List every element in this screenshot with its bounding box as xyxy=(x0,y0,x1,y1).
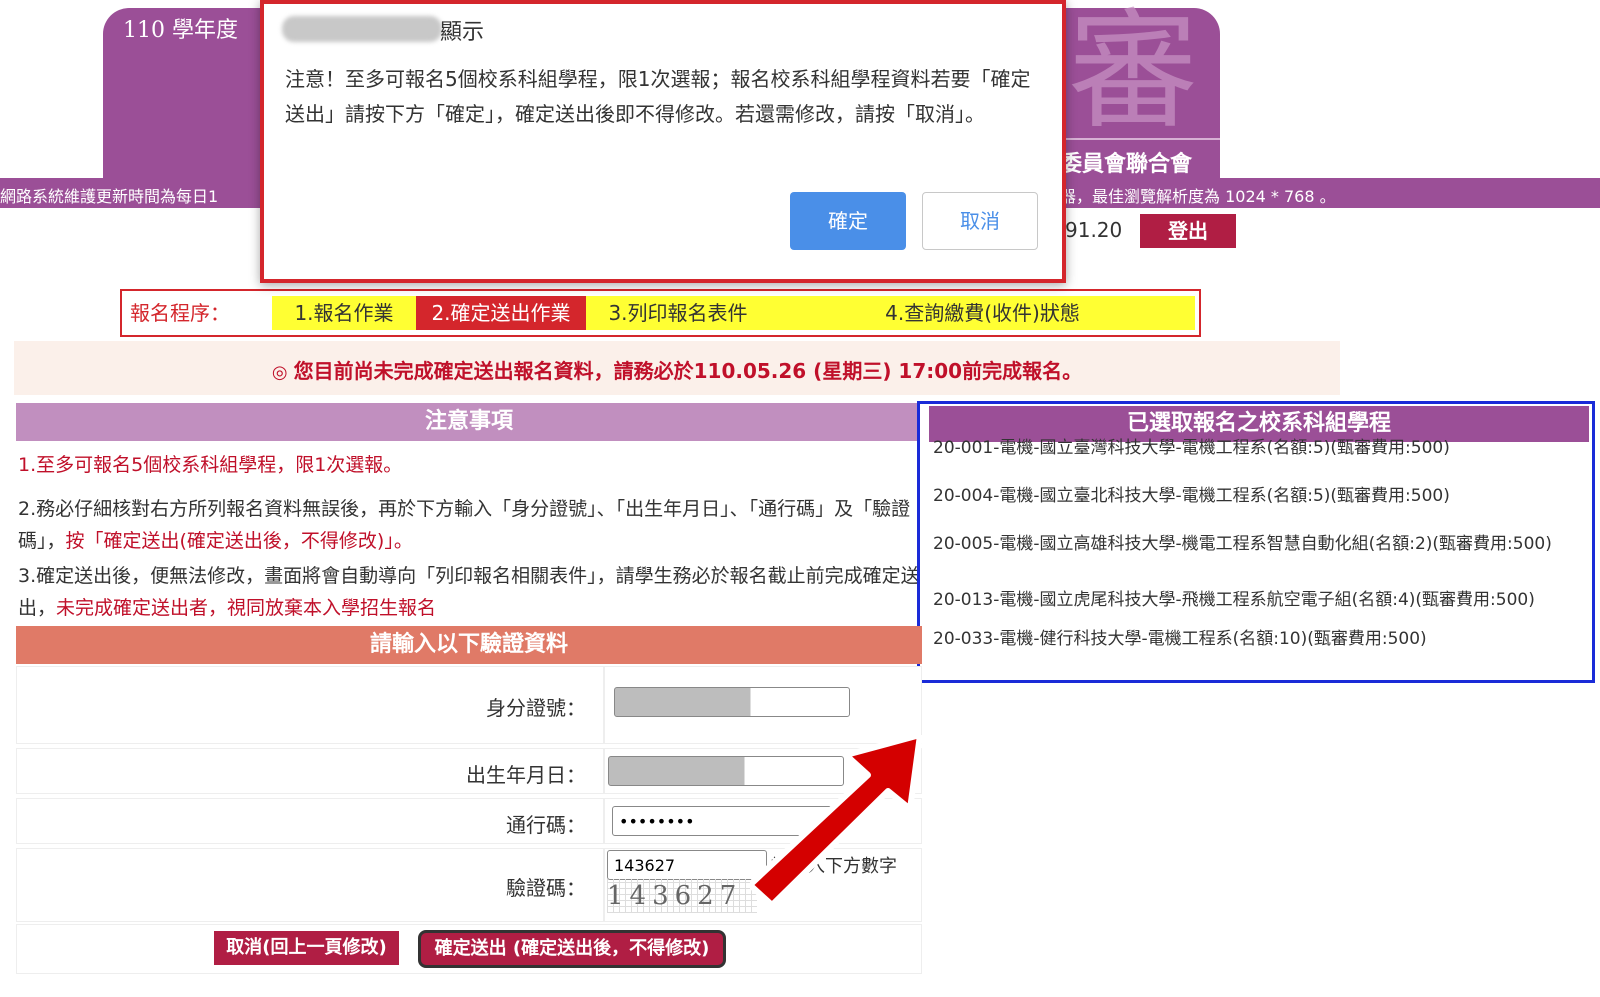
id-number-field[interactable] xyxy=(614,687,850,717)
dialog-title: 顯示 xyxy=(440,20,485,45)
selected-program-item: 20-001-電機-國立臺灣科技大學-電機工程系(名額:5)(甄審費用:500) xyxy=(933,438,1450,458)
confirm-submit-button[interactable]: 確定送出 (確定送出後，不得修改) xyxy=(418,930,726,968)
header-org-name: 委員會聯合會 xyxy=(1060,152,1193,177)
step-print-forms[interactable]: 3.列印報名表件 xyxy=(586,296,770,330)
header-divider xyxy=(1060,138,1220,140)
dialog-origin-blurred xyxy=(282,16,442,42)
dialog-message: 注意！至多可報名5個校系科組學程，限1次選報；報名校系科組學程資料若要「確定送出… xyxy=(285,67,1031,126)
arrow-up-right-icon xyxy=(750,735,923,908)
maintenance-notice-text: 網路系統維護更新時間為每日1 xyxy=(0,187,219,206)
id-number-label: 身分證號： xyxy=(486,696,586,720)
captcha-label: 驗證碼： xyxy=(506,876,586,900)
captcha-image: 143627 xyxy=(607,879,757,913)
selected-program-item: 20-013-電機-國立虎尾科技大學-飛機工程系航空電子組(名額:4)(甄審費用… xyxy=(933,590,1535,610)
notes-header: 注意事項 xyxy=(16,403,922,441)
note-3: 3.確定送出後，便無法修改，畫面將會自動導向「列印報名相關表件」，請學生務必於報… xyxy=(18,560,923,624)
selected-program-item: 20-005-電機-國立高雄科技大學-機電工程系智慧自動化組(名額:2)(甄審費… xyxy=(933,534,1552,554)
dialog-cancel-button[interactable]: 取消 xyxy=(922,192,1038,250)
header-year-title: 110 學年度 xyxy=(123,18,238,43)
step-payment-status[interactable]: 4.查詢繳費(收件)狀態 xyxy=(770,296,1195,330)
note-1: 1.至多可報名5個校系科組學程，限1次選報。 xyxy=(18,454,403,476)
deadline-warning: ◎ 您目前尚未完成確定送出報名資料，請務必於110.05.26 (星期三) 17:… xyxy=(14,355,1340,384)
step-registration[interactable]: 1.報名作業 xyxy=(272,296,416,330)
birth-date-label: 出生年月日： xyxy=(466,763,586,787)
passcode-label: 通行碼： xyxy=(506,813,586,837)
note-2: 2.務必仔細核對右方所列報名資料無誤後，再於下方輸入「身分證號」、「出生年月日」… xyxy=(18,493,923,557)
captcha-field[interactable] xyxy=(607,850,767,880)
deadline-warning-text: 您目前尚未完成確定送出報名資料，請務必於110.05.26 (星期三) 17:0… xyxy=(293,359,1083,383)
step-confirm-submit[interactable]: 2.確定送出作業 xyxy=(416,296,586,330)
header-watermark: 審 xyxy=(1068,0,1199,147)
logout-button[interactable]: 登出 xyxy=(1140,214,1236,248)
note-2-emphasis: 按「確定送出(確定送出後，不得修改)」。 xyxy=(65,530,413,552)
selected-program-item: 20-033-電機-健行科技大學-電機工程系(名額:10)(甄審費用:500) xyxy=(933,629,1427,649)
user-ip-text: 91.20 xyxy=(1065,218,1123,242)
dialog-ok-button[interactable]: 確定 xyxy=(790,192,906,250)
bullet-icon: ◎ xyxy=(271,362,288,383)
selected-program-item: 20-004-電機-國立臺北科技大學-電機工程系(名額:5)(甄審費用:500) xyxy=(933,486,1450,506)
steps-label: 報名程序： xyxy=(126,296,276,330)
cancel-back-button[interactable]: 取消(回上一頁修改) xyxy=(214,931,399,965)
resolution-notice-text: 器，最佳瀏覽解析度為 1024 * 768 。 xyxy=(1060,187,1336,206)
note-3-emphasis: 未完成確定送出者，視同放棄本入學招生報名 xyxy=(56,597,437,619)
verification-form-header: 請輸入以下驗證資料 xyxy=(16,626,922,664)
